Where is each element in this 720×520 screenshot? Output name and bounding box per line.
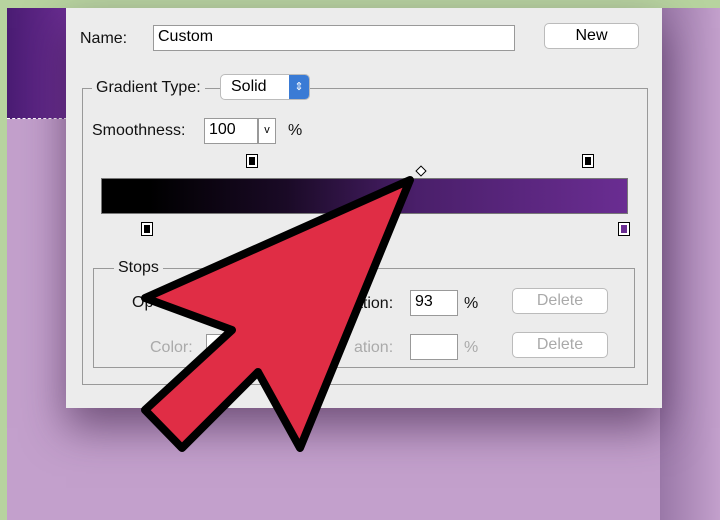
pointer-arrow-icon <box>141 176 414 452</box>
